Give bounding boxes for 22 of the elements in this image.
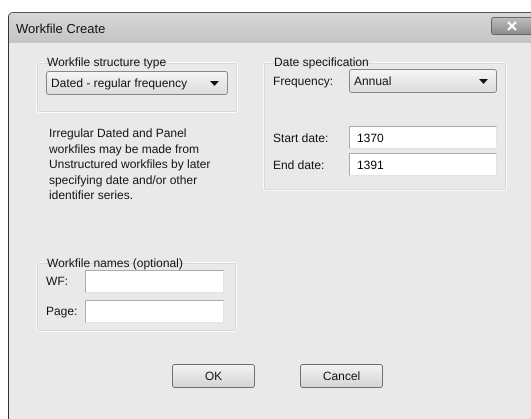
structure-dropdown[interactable]: Dated - regular frequency	[46, 71, 228, 95]
cancel-button[interactable]: Cancel	[300, 364, 383, 388]
close-button[interactable]	[491, 17, 531, 35]
field-label: Start date:	[273, 130, 330, 144]
group-label: Date specification	[273, 55, 370, 69]
input-field[interactable]: 1370	[349, 126, 497, 149]
ok-button[interactable]: OK	[172, 364, 255, 388]
caret-icon	[479, 78, 488, 84]
field-label: WF:	[46, 274, 69, 288]
field-label: End date:	[273, 158, 326, 172]
input-field[interactable]	[85, 270, 224, 292]
group-label: Workfile structure type	[46, 55, 168, 69]
input-field[interactable]: 1391	[349, 153, 497, 176]
field-label: Frequency:	[273, 74, 334, 88]
close-icon	[506, 21, 518, 31]
field-label: Page:	[46, 304, 78, 318]
window-title: Workfile Create	[15, 20, 106, 36]
caret-icon	[210, 80, 219, 86]
group-label: Workfile names (optional)	[46, 256, 184, 270]
info-text: Irregular Dated and Panel workfiles may be made from Unstructured workfiles by later specifying date and/or other identifier series.	[49, 126, 212, 204]
frequency-dropdown[interactable]: Annual	[349, 69, 497, 93]
input-field[interactable]	[85, 300, 224, 322]
